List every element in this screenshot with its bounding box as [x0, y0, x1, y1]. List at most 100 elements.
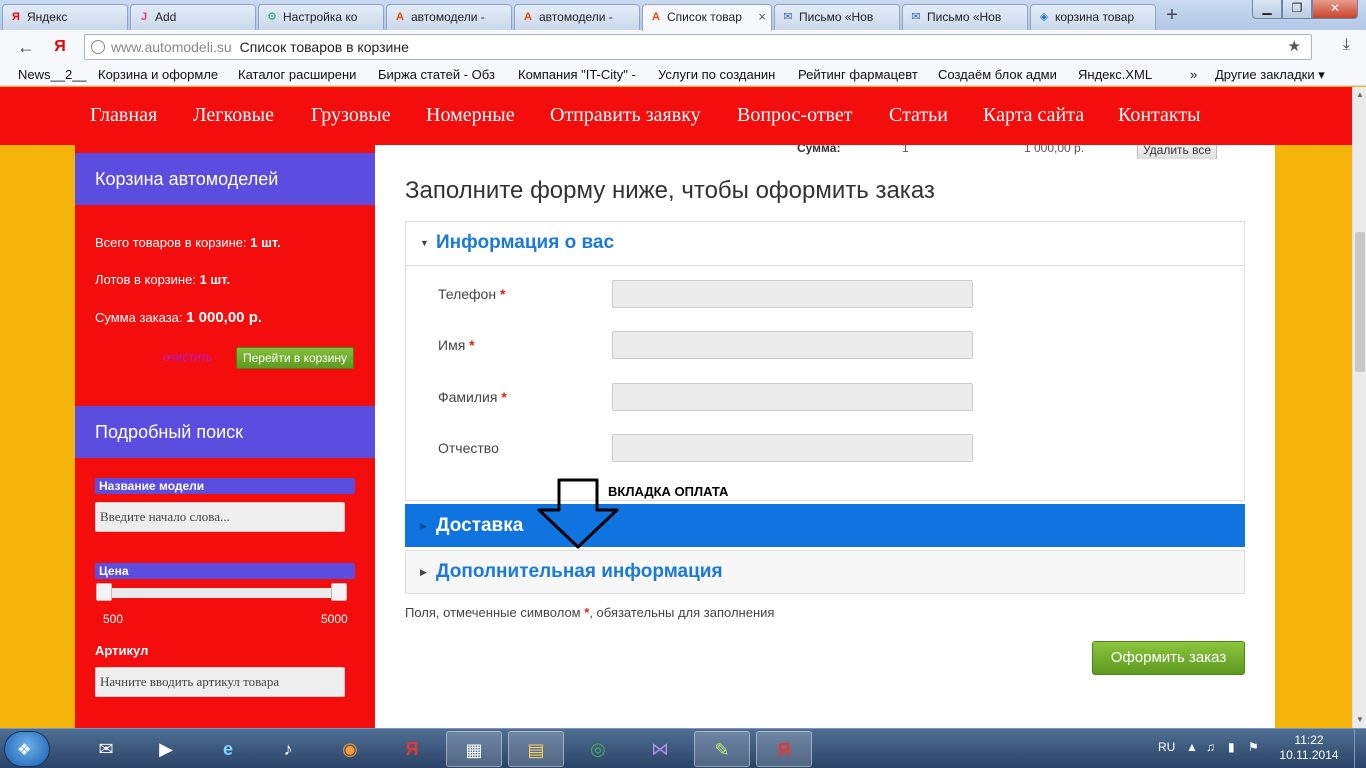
scroll-up-arrow-icon[interactable]: ▲: [1355, 90, 1365, 99]
nav-link-articles[interactable]: Статьи: [889, 104, 948, 127]
scroll-down-arrow-icon[interactable]: ▼: [1355, 715, 1365, 724]
cart-sum-value: 1 000,00 р.: [186, 309, 263, 326]
browser-tab[interactable]: Aавтомодели -: [386, 4, 512, 30]
bookmark-item[interactable]: Корзина и оформле: [98, 66, 228, 84]
submit-order-button[interactable]: Оформить заказ: [1092, 641, 1245, 675]
tab-label: Яндекс: [27, 10, 68, 24]
media-player-icon[interactable]: ▶: [138, 731, 194, 767]
visual-studio-icon[interactable]: ⋈: [632, 731, 688, 767]
download-icon[interactable]: ⤓: [1343, 36, 1350, 54]
system-clock[interactable]: 11:22 10.11.2014: [1274, 733, 1344, 763]
close-window-button[interactable]: ✕: [1312, 0, 1358, 19]
bookmark-item[interactable]: Компания "IT-City" -: [518, 66, 646, 84]
last-name-label: Фамилия *: [438, 389, 507, 405]
model-name-input[interactable]: Введите начало слова...: [95, 502, 345, 532]
close-tab-icon[interactable]: ×: [758, 5, 766, 29]
settings-icon: ⚙: [267, 11, 277, 23]
address-bar[interactable]: www.automodeli.su Список товаров в корзин…: [84, 34, 1312, 60]
price-slider-track[interactable]: [103, 588, 341, 598]
page-scrollbar[interactable]: ▲ ▼: [1352, 87, 1366, 728]
article-input[interactable]: Начните вводить артикул товара: [95, 667, 345, 697]
minimize-button[interactable]: ▁: [1252, 0, 1282, 19]
browser-tab[interactable]: ✉ Письмо «Нов: [902, 4, 1028, 30]
bookmark-item[interactable]: Услуги по созданин: [658, 66, 786, 84]
bookmark-item[interactable]: Каталог расширени: [238, 66, 366, 84]
tab-label: Письмо «Нов: [799, 10, 874, 24]
new-tab-button[interactable]: +: [1160, 4, 1184, 26]
nav-link-faq[interactable]: Вопрос-ответ: [737, 104, 853, 127]
start-button[interactable]: ❖: [4, 731, 50, 767]
browser-tab-active[interactable]: A Список товар ×: [642, 4, 772, 31]
thunderbird-icon[interactable]: ✉: [78, 731, 134, 767]
scrollbar-thumb[interactable]: [1355, 232, 1365, 372]
nav-link-contacts[interactable]: Контакты: [1118, 104, 1201, 127]
file-explorer-icon[interactable]: ▤: [508, 731, 564, 767]
cart-summary-qty: 1: [902, 145, 909, 155]
bookmark-item[interactable]: Создаём блок адми: [938, 66, 1066, 84]
browser-tab[interactable]: ⚙ Настройка ко: [258, 4, 384, 30]
network-icon[interactable]: ▮: [1228, 740, 1235, 754]
more-bookmarks-chevron[interactable]: »: [1190, 66, 1204, 84]
volume-icon[interactable]: ♫: [1206, 740, 1215, 754]
show-hidden-icons-icon[interactable]: ▲: [1186, 740, 1198, 754]
browser-tab[interactable]: J Add: [130, 4, 256, 30]
price-slider-max-handle[interactable]: [331, 583, 347, 601]
nav-link-home[interactable]: Главная: [90, 104, 157, 127]
browser-tab[interactable]: Я Яндекс: [2, 4, 128, 30]
other-bookmarks-folder[interactable]: Другие закладки ▾: [1215, 66, 1345, 84]
browser-tab[interactable]: ◈ корзина товар: [1030, 4, 1156, 30]
panel-customer-info: ▼ Информация о вас Телефон * Имя * Фамил…: [405, 221, 1245, 501]
browser-tabstrip: Я Яндекс J Add ⚙ Настройка ко Aавтомодели -…: [0, 0, 1366, 31]
price-label: Цена: [95, 563, 355, 579]
calculator-icon[interactable]: ▦: [446, 731, 502, 767]
bookmark-item[interactable]: Рейтинг фармацевт: [798, 66, 926, 84]
yandex-browser-icon[interactable]: Я: [756, 731, 812, 767]
nav-link-send-request[interactable]: Отправить заявку: [550, 104, 701, 127]
browser-tab[interactable]: Aавтомодели -: [514, 4, 640, 30]
language-indicator[interactable]: RU: [1158, 740, 1175, 754]
bookmark-star-icon[interactable]: ★: [1288, 35, 1301, 59]
panel-customer-info-header[interactable]: ▼ Информация о вас: [406, 222, 1244, 266]
price-max-value: 5000: [321, 612, 348, 626]
restore-button[interactable]: ❐: [1282, 0, 1312, 19]
last-name-label-text: Фамилия: [438, 389, 498, 405]
audio-icon[interactable]: ♪: [260, 731, 316, 767]
patronymic-input[interactable]: [612, 434, 973, 462]
nav-link-trucks[interactable]: Грузовые: [311, 104, 391, 127]
last-name-input[interactable]: [612, 383, 973, 411]
site-logo-icon: A: [524, 11, 532, 23]
panel-additional-info-header[interactable]: ▶ Дополнительная информация: [406, 551, 1244, 595]
first-name-input[interactable]: [612, 331, 973, 359]
notepad-icon[interactable]: ✎: [694, 731, 750, 767]
nav-link-sitemap[interactable]: Карта сайта: [983, 104, 1084, 127]
price-slider-min-handle[interactable]: [96, 583, 112, 601]
browser-tab[interactable]: ✉ Письмо «Нов: [774, 4, 900, 30]
mail-icon: ✉: [783, 11, 793, 23]
browser-toolbar: ← Я www.automodeli.su Список товаров в ко…: [0, 30, 1366, 63]
internet-explorer-icon[interactable]: e: [200, 731, 256, 767]
phone-label-text: Телефон: [438, 286, 497, 302]
cart-widget-title: Корзина автомоделей: [75, 153, 375, 205]
panel-delivery-header[interactable]: ▶ Доставка: [406, 505, 1244, 549]
yandex-icon[interactable]: Я: [384, 731, 440, 767]
nav-link-cars[interactable]: Легковые: [193, 104, 274, 127]
show-desktop-button[interactable]: [1354, 729, 1366, 768]
phone-input[interactable]: [612, 280, 973, 308]
patronymic-label: Отчество: [438, 440, 499, 456]
yandex-logo-icon[interactable]: Я: [48, 35, 72, 59]
bookmark-item[interactable]: News__2__: [18, 66, 88, 84]
caret-right-icon: ▶: [420, 567, 427, 577]
flag-icon[interactable]: ⚑: [1248, 740, 1259, 754]
chrome-icon[interactable]: ◎: [570, 731, 626, 767]
required-fields-note: Поля, отмеченные символом *, обязательны…: [405, 605, 774, 620]
clear-cart-link[interactable]: очистить: [163, 350, 212, 364]
bookmark-item[interactable]: Яндекс.XML: [1078, 66, 1168, 84]
go-to-cart-button[interactable]: Перейти в корзину: [236, 347, 354, 369]
bookmark-item[interactable]: Биржа статей - Обз: [378, 66, 506, 84]
delete-all-button[interactable]: Удалить все: [1137, 145, 1217, 159]
firefox-icon[interactable]: ◉: [322, 731, 378, 767]
back-arrow-icon[interactable]: ←: [14, 35, 38, 59]
cart-sum-label: Сумма заказа:: [95, 310, 183, 325]
nav-link-numbered[interactable]: Номерные: [426, 104, 515, 127]
main-content: Сумма: 1 1 000,00 р. Удалить все Заполни…: [375, 145, 1275, 728]
